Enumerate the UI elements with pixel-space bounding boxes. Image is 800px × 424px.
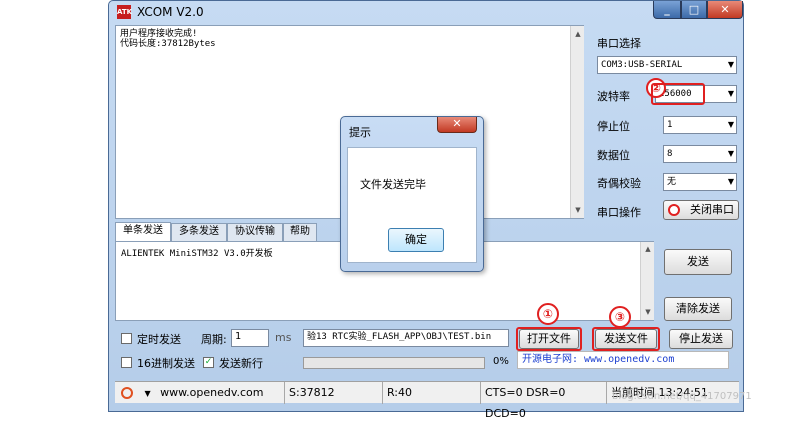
chevron-down-icon: ▼ xyxy=(727,177,734,186)
timed-send-checkbox[interactable] xyxy=(121,333,132,344)
hex-send-label: 16进制发送 xyxy=(137,357,195,370)
receive-line: 代码长度:37812Bytes xyxy=(120,39,216,49)
parity-label: 奇偶校验 xyxy=(597,177,641,190)
port-value: COM3:USB-SERIAL xyxy=(601,60,683,70)
send-scrollbar[interactable]: ▲ ▼ xyxy=(640,242,654,320)
dialog-message: 文件发送完毕 xyxy=(360,178,426,191)
scroll-up-icon[interactable]: ▲ xyxy=(571,30,585,38)
website-banner[interactable]: 开源电子网: www.openedv.com xyxy=(517,351,729,369)
watermark: blog.csdn.net/qq_41707971 xyxy=(612,391,752,402)
status-signals: CTS=0 DSR=0 DCD=0 xyxy=(481,382,607,420)
port-select[interactable]: COM3:USB-SERIAL ▼ xyxy=(597,56,737,74)
data-bits-select[interactable]: 8 ▼ xyxy=(663,145,737,163)
close-port-button[interactable]: 关闭串口 xyxy=(663,200,739,220)
scroll-down-icon[interactable]: ▼ xyxy=(571,206,585,214)
open-file-highlight xyxy=(516,327,582,351)
hex-send-checkbox[interactable] xyxy=(121,357,132,368)
chevron-down-icon: ▼ xyxy=(727,60,734,69)
tab-protocol[interactable]: 协议传输 xyxy=(227,223,283,241)
tab-help[interactable]: 帮助 xyxy=(283,223,317,241)
status-received: R:40 xyxy=(383,382,481,404)
scroll-down-icon[interactable]: ▼ xyxy=(641,308,655,316)
window-title: XCOM V2.0 xyxy=(137,5,204,19)
baud-label: 波特率 xyxy=(597,90,630,103)
data-bits-value: 8 xyxy=(667,149,673,159)
record-icon xyxy=(121,387,133,399)
send-file-highlight xyxy=(592,327,660,351)
close-port-label: 关闭串口 xyxy=(690,203,734,216)
progress-percent: 0% xyxy=(493,356,509,367)
serial-op-label: 串口操作 xyxy=(597,206,641,219)
data-bits-label: 数据位 xyxy=(597,149,630,162)
chevron-down-icon: ▼ xyxy=(727,120,734,129)
newline-send-checkbox[interactable]: ✓ xyxy=(203,357,214,368)
dialog-title: 提示 xyxy=(349,126,371,139)
dialog-ok-button[interactable]: 确定 xyxy=(388,228,444,252)
tab-multi-send[interactable]: 多条发送 xyxy=(171,223,227,241)
annotation-1: ① xyxy=(537,303,559,325)
checkmark-icon: ✓ xyxy=(204,357,213,367)
file-path-field[interactable]: 验13 RTC实验_FLASH_APP\OBJ\TEST.bin xyxy=(303,329,509,347)
baud-highlight xyxy=(651,83,705,105)
port-status-icon xyxy=(668,204,680,216)
dropdown-icon: ▼ xyxy=(144,389,151,398)
receive-scrollbar[interactable]: ▲ ▼ xyxy=(570,26,584,218)
port-label: 串口选择 xyxy=(597,37,641,50)
tab-single-send[interactable]: 单条发送 xyxy=(115,222,171,242)
receive-line: 用户程序接收完成! xyxy=(120,29,198,39)
annotation-3: ③ xyxy=(609,306,631,328)
dialog-close-button[interactable]: ✕ xyxy=(437,117,477,133)
title-bar: ATK XCOM V2.0 _ □ ✕ xyxy=(109,1,743,23)
clear-send-button[interactable]: 清除发送 xyxy=(664,297,732,321)
dialog-body: 文件发送完毕 确定 xyxy=(347,147,477,263)
status-sent: S:37812 xyxy=(285,382,383,404)
status-website[interactable]: ▼ www.openedv.com xyxy=(115,382,285,404)
status-url: www.openedv.com xyxy=(160,386,264,399)
send-button[interactable]: 发送 xyxy=(664,249,732,275)
serial-settings-panel: 串口选择 COM3:USB-SERIAL ▼ 波特率 256000 ▼ 停止位 1 ▼… xyxy=(593,25,739,221)
chevron-down-icon: ▼ xyxy=(727,89,734,98)
period-unit: ms xyxy=(275,331,292,344)
info-dialog: 提示 ✕ 文件发送完毕 确定 xyxy=(340,116,484,272)
chevron-down-icon: ▼ xyxy=(727,149,734,158)
close-button[interactable]: ✕ xyxy=(707,1,743,19)
scroll-up-icon[interactable]: ▲ xyxy=(641,245,655,253)
stop-send-button[interactable]: 停止发送 xyxy=(669,329,733,349)
minimize-button[interactable]: _ xyxy=(653,1,681,19)
maximize-button[interactable]: □ xyxy=(681,1,707,19)
period-label: 周期: xyxy=(201,333,227,346)
timed-send-label: 定时发送 xyxy=(137,333,181,346)
parity-value: 无 xyxy=(667,177,677,187)
period-input[interactable]: 1 xyxy=(231,329,269,347)
stop-bits-value: 1 xyxy=(667,120,673,130)
send-progress-bar xyxy=(303,357,485,369)
stop-bits-select[interactable]: 1 ▼ xyxy=(663,116,737,134)
parity-select[interactable]: 无 ▼ xyxy=(663,173,737,191)
newline-send-label: 发送新行 xyxy=(219,357,263,370)
app-logo-icon: ATK xyxy=(117,5,132,19)
stop-bits-label: 停止位 xyxy=(597,120,630,133)
